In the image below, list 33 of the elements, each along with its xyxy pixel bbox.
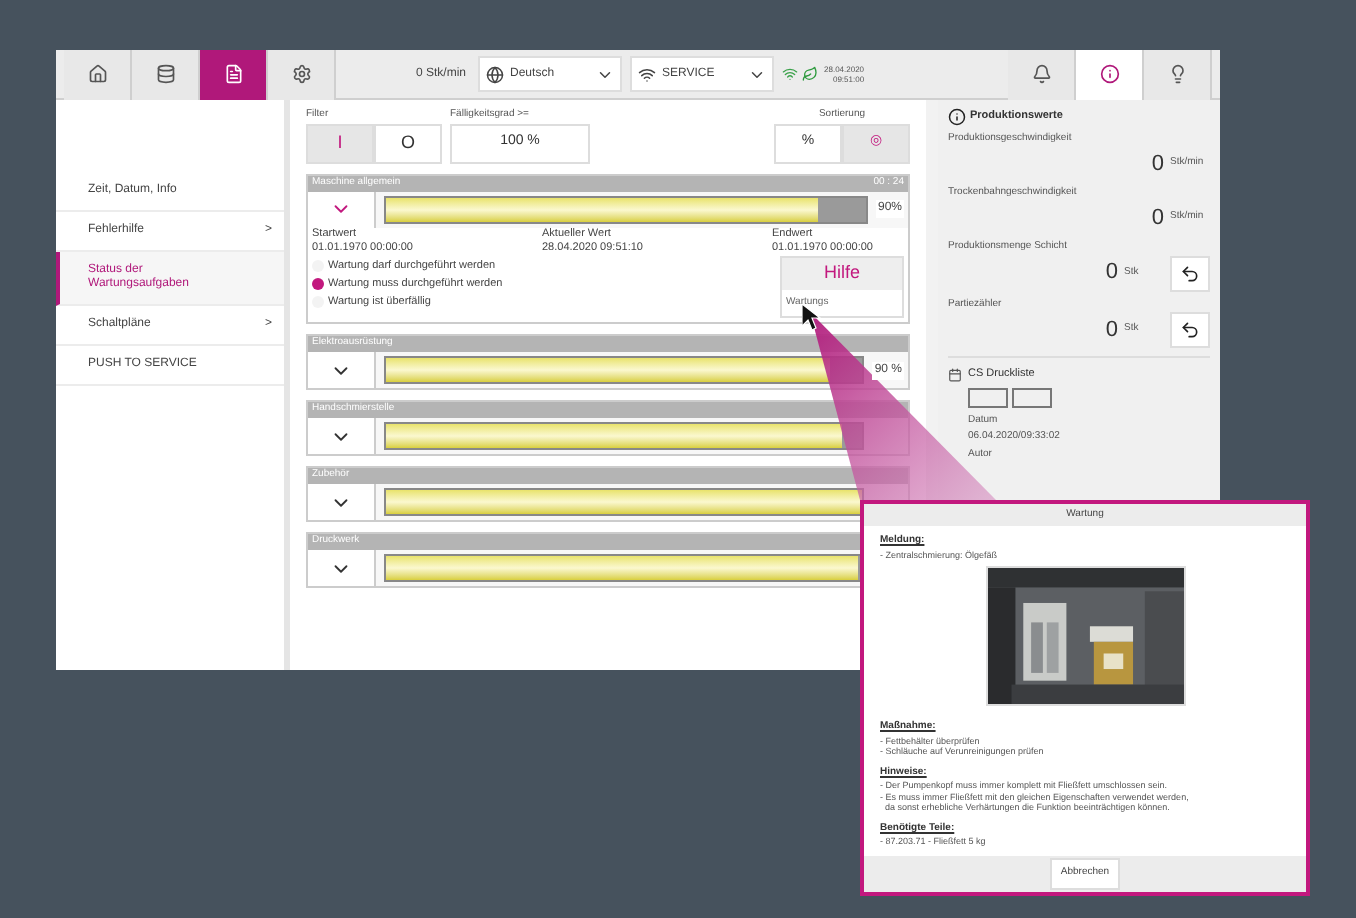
database-icon [155,64,175,84]
undo-icon [1180,320,1200,340]
nav-tab[interactable] [1008,50,1076,99]
nav-tab[interactable] [200,50,268,99]
nav-tab[interactable] [268,50,336,99]
list-button[interactable] [968,388,1008,409]
settings-icon [291,64,311,84]
bell-icon [1031,64,1051,84]
leaf-icon [802,66,819,82]
nav-tab[interactable] [64,50,132,99]
value-number: 0 [1151,203,1164,233]
value-number: 0 [1105,315,1118,346]
expand-button[interactable] [308,191,376,227]
reset-button[interactable] [1170,255,1210,291]
signal-icon [638,65,657,83]
list-button[interactable] [1012,388,1052,409]
calendar-icon [948,367,962,382]
reset-button[interactable] [1170,312,1210,348]
value-number: 0 [1151,149,1164,179]
value-number: 0 [1105,258,1118,289]
wifi-icon [782,66,799,82]
info-icon [1099,64,1119,84]
nav-tab[interactable] [1076,50,1144,99]
filter-button[interactable]: O [374,123,442,163]
nav-tab[interactable] [132,50,200,99]
home-icon [87,64,107,84]
globe-icon [486,65,505,83]
undo-icon [1180,263,1200,283]
filter-button[interactable]: I [306,123,374,163]
help-button[interactable]: Hilfe [782,257,902,289]
document-icon [223,64,243,84]
lightbulb-icon [1167,64,1187,84]
info-icon [948,108,966,126]
